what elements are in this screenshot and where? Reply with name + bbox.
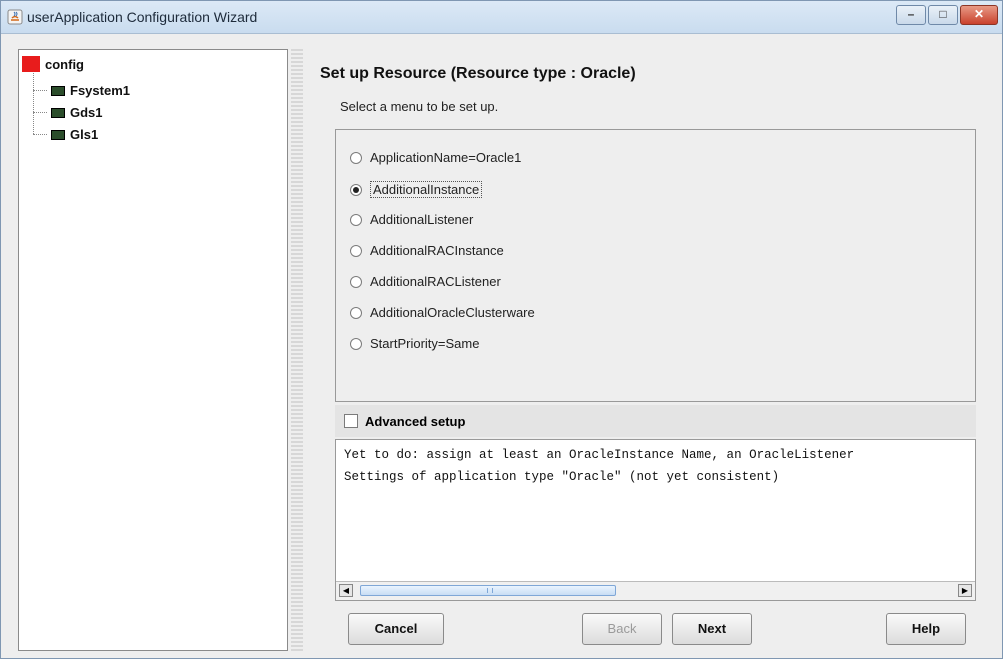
option-additional-listener[interactable]: AdditionalListener bbox=[350, 212, 473, 227]
java-app-icon bbox=[7, 9, 23, 25]
wizard-window: userApplication Configuration Wizard – □… bbox=[0, 0, 1003, 659]
grip-icon bbox=[487, 588, 493, 593]
split-pane-divider[interactable] bbox=[291, 49, 303, 651]
tree-node-config[interactable]: config bbox=[22, 56, 84, 72]
scroll-right-icon[interactable]: ▶ bbox=[958, 584, 972, 597]
scrollbar-thumb[interactable] bbox=[360, 585, 616, 596]
radio-button[interactable] bbox=[350, 275, 362, 288]
tree-node-label: Gls1 bbox=[70, 127, 99, 142]
option-label: AdditionalRACListener bbox=[370, 274, 501, 289]
close-icon: ✕ bbox=[973, 7, 985, 21]
maximize-button[interactable]: □ bbox=[928, 5, 958, 25]
tree-connector bbox=[33, 90, 47, 91]
title-bar[interactable]: userApplication Configuration Wizard – □… bbox=[1, 1, 1002, 34]
config-folder-icon bbox=[22, 56, 40, 72]
radio-button[interactable] bbox=[350, 151, 362, 164]
advanced-setup-checkbox[interactable] bbox=[344, 414, 358, 428]
tree-node-label: Fsystem1 bbox=[70, 83, 130, 98]
tree-connector bbox=[33, 70, 34, 134]
option-additional-rac-instance[interactable]: AdditionalRACInstance bbox=[350, 243, 504, 258]
resource-icon bbox=[51, 107, 65, 118]
page-title: Set up Resource (Resource type : Oracle) bbox=[320, 65, 636, 82]
radio-button[interactable] bbox=[350, 213, 362, 226]
resource-tree[interactable]: config Fsystem1 Gds1 Gls1 bbox=[18, 49, 288, 651]
resource-icon bbox=[51, 129, 65, 140]
option-label: StartPriority=Same bbox=[370, 336, 480, 351]
option-label: AdditionalListener bbox=[370, 212, 474, 227]
option-start-priority[interactable]: StartPriority=Same bbox=[350, 336, 479, 351]
radio-button[interactable] bbox=[350, 244, 362, 257]
tree-node-label: config bbox=[45, 56, 84, 72]
message-line: Yet to do: assign at least an OracleInst… bbox=[344, 448, 855, 462]
instruction-text: Select a menu to be set up. bbox=[340, 99, 499, 114]
minimize-button[interactable]: – bbox=[896, 5, 926, 25]
scroll-left-icon[interactable]: ◀ bbox=[339, 584, 353, 597]
option-additional-rac-listener[interactable]: AdditionalRACListener bbox=[350, 274, 501, 289]
window-title: userApplication Configuration Wizard bbox=[27, 9, 258, 25]
advanced-setup-label[interactable]: Advanced setup bbox=[365, 414, 465, 429]
radio-button[interactable] bbox=[350, 306, 362, 319]
tree-connector bbox=[33, 112, 47, 113]
cancel-button[interactable]: Cancel bbox=[348, 613, 444, 645]
tree-node-gls1[interactable]: Gls1 bbox=[51, 127, 98, 142]
maximize-icon: □ bbox=[939, 7, 947, 21]
tree-node-gds1[interactable]: Gds1 bbox=[51, 105, 103, 120]
minimize-icon: – bbox=[907, 7, 915, 21]
back-button[interactable]: Back bbox=[582, 613, 662, 645]
tree-connector bbox=[33, 134, 47, 135]
message-text-area[interactable]: Yet to do: assign at least an OracleInst… bbox=[335, 439, 976, 601]
option-application-name[interactable]: ApplicationName=Oracle1 bbox=[350, 150, 521, 165]
window-controls: – □ ✕ bbox=[894, 5, 998, 25]
option-label: AdditionalOracleClusterware bbox=[370, 305, 535, 320]
help-button[interactable]: Help bbox=[886, 613, 966, 645]
menu-options-panel: ApplicationName=Oracle1 AdditionalInstan… bbox=[335, 129, 976, 402]
horizontal-scrollbar[interactable]: ◀ ▶ bbox=[336, 581, 975, 600]
radio-button[interactable] bbox=[350, 337, 362, 350]
close-button[interactable]: ✕ bbox=[960, 5, 998, 25]
radio-button-selected[interactable] bbox=[350, 183, 362, 196]
option-label: AdditionalRACInstance bbox=[370, 243, 504, 258]
option-additional-oracle-clusterware[interactable]: AdditionalOracleClusterware bbox=[350, 305, 535, 320]
option-label: ApplicationName=Oracle1 bbox=[370, 150, 522, 165]
advanced-setup-row: Advanced setup bbox=[335, 405, 976, 437]
option-additional-instance[interactable]: AdditionalInstance bbox=[350, 181, 483, 198]
message-line: Settings of application type "Oracle" (n… bbox=[344, 470, 780, 484]
tree-node-fsystem1[interactable]: Fsystem1 bbox=[51, 83, 130, 98]
next-button[interactable]: Next bbox=[672, 613, 752, 645]
option-label: AdditionalInstance bbox=[370, 181, 483, 198]
tree-node-label: Gds1 bbox=[70, 105, 103, 120]
resource-icon bbox=[51, 85, 65, 96]
